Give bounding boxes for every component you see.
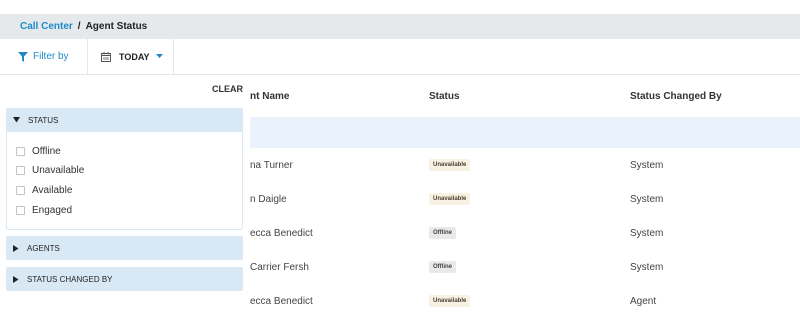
status-filter-section-title: STATUS <box>28 115 59 125</box>
filter-panel: CLEAR STATUS Offline Unavailable Availab… <box>0 75 250 312</box>
agents-filter-section-title: AGENTS <box>27 243 60 253</box>
calendar-icon <box>101 51 111 62</box>
status-option-unavailable[interactable]: Unavailable <box>16 165 84 176</box>
agent-name-cell: n Daigle <box>250 194 287 205</box>
status-option-label: Available <box>32 185 73 196</box>
filter-by-label: Filter by <box>33 51 69 62</box>
status-changed-by-cell: System <box>630 228 664 239</box>
triangle-down-icon <box>13 117 20 123</box>
filter-by-button[interactable]: Filter by <box>0 39 88 74</box>
agent-name-cell: Carrier Fersh <box>250 262 309 273</box>
agent-name-cell: na Turner <box>250 160 293 171</box>
breadcrumb-current: Agent Status <box>85 21 148 32</box>
agent-name-cell: ecca Benedict <box>250 296 313 307</box>
checkbox[interactable] <box>16 147 25 156</box>
caret-down-icon <box>155 54 163 58</box>
breadcrumb-link-call-center[interactable]: Call Center <box>20 21 73 32</box>
triangle-right-icon <box>13 275 19 283</box>
toolbar: Filter by TODAY <box>0 39 800 75</box>
status-changed-by-cell: Agent <box>630 296 657 307</box>
status-changed-by-cell: System <box>630 194 664 205</box>
status-option-offline[interactable]: Offline <box>16 146 61 157</box>
status-filter-section-header[interactable]: STATUS <box>6 108 243 132</box>
date-range-dropdown[interactable]: TODAY <box>88 39 174 74</box>
status-option-label: Engaged <box>32 205 73 216</box>
column-header-status[interactable]: Status <box>429 91 460 102</box>
agent-status-page: Call Center / Agent Status Filter by TOD… <box>0 0 800 312</box>
status-badge: Unavailable <box>429 295 471 307</box>
status-changed-by-cell: System <box>630 160 664 171</box>
checkbox[interactable] <box>16 206 25 215</box>
status-badge: Unavailable <box>429 159 471 171</box>
clear-filters-button[interactable]: CLEAR <box>212 84 243 94</box>
triangle-right-icon <box>13 244 19 252</box>
status-changed-by-filter-section-header[interactable]: STATUS CHANGED BY <box>6 267 243 291</box>
status-changed-by-cell: System <box>630 262 664 273</box>
checkbox[interactable] <box>16 166 25 175</box>
funnel-icon <box>18 51 28 62</box>
column-header-status-changed-by[interactable]: Status Changed By <box>630 91 722 102</box>
status-option-engaged[interactable]: Engaged <box>16 205 72 216</box>
status-badge: Offline <box>429 261 456 273</box>
agent-name-cell: ecca Benedict <box>250 228 313 239</box>
status-option-label: Offline <box>32 146 61 157</box>
date-range-label: TODAY <box>119 51 150 62</box>
status-badge: Unavailable <box>429 193 471 205</box>
breadcrumb-separator: / <box>77 21 81 32</box>
agents-filter-section-header[interactable]: AGENTS <box>6 236 243 260</box>
status-option-available[interactable]: Available <box>16 185 72 196</box>
status-option-label: Unavailable <box>32 165 85 176</box>
status-badge: Offline <box>429 227 456 239</box>
checkbox[interactable] <box>16 186 25 195</box>
status-changed-by-filter-section-title: STATUS CHANGED BY <box>27 274 113 284</box>
column-header-agent-name[interactable]: nt Name <box>250 91 289 102</box>
status-filter-options: Offline Unavailable Available Engaged <box>6 132 243 230</box>
breadcrumb: Call Center / Agent Status <box>0 14 800 39</box>
